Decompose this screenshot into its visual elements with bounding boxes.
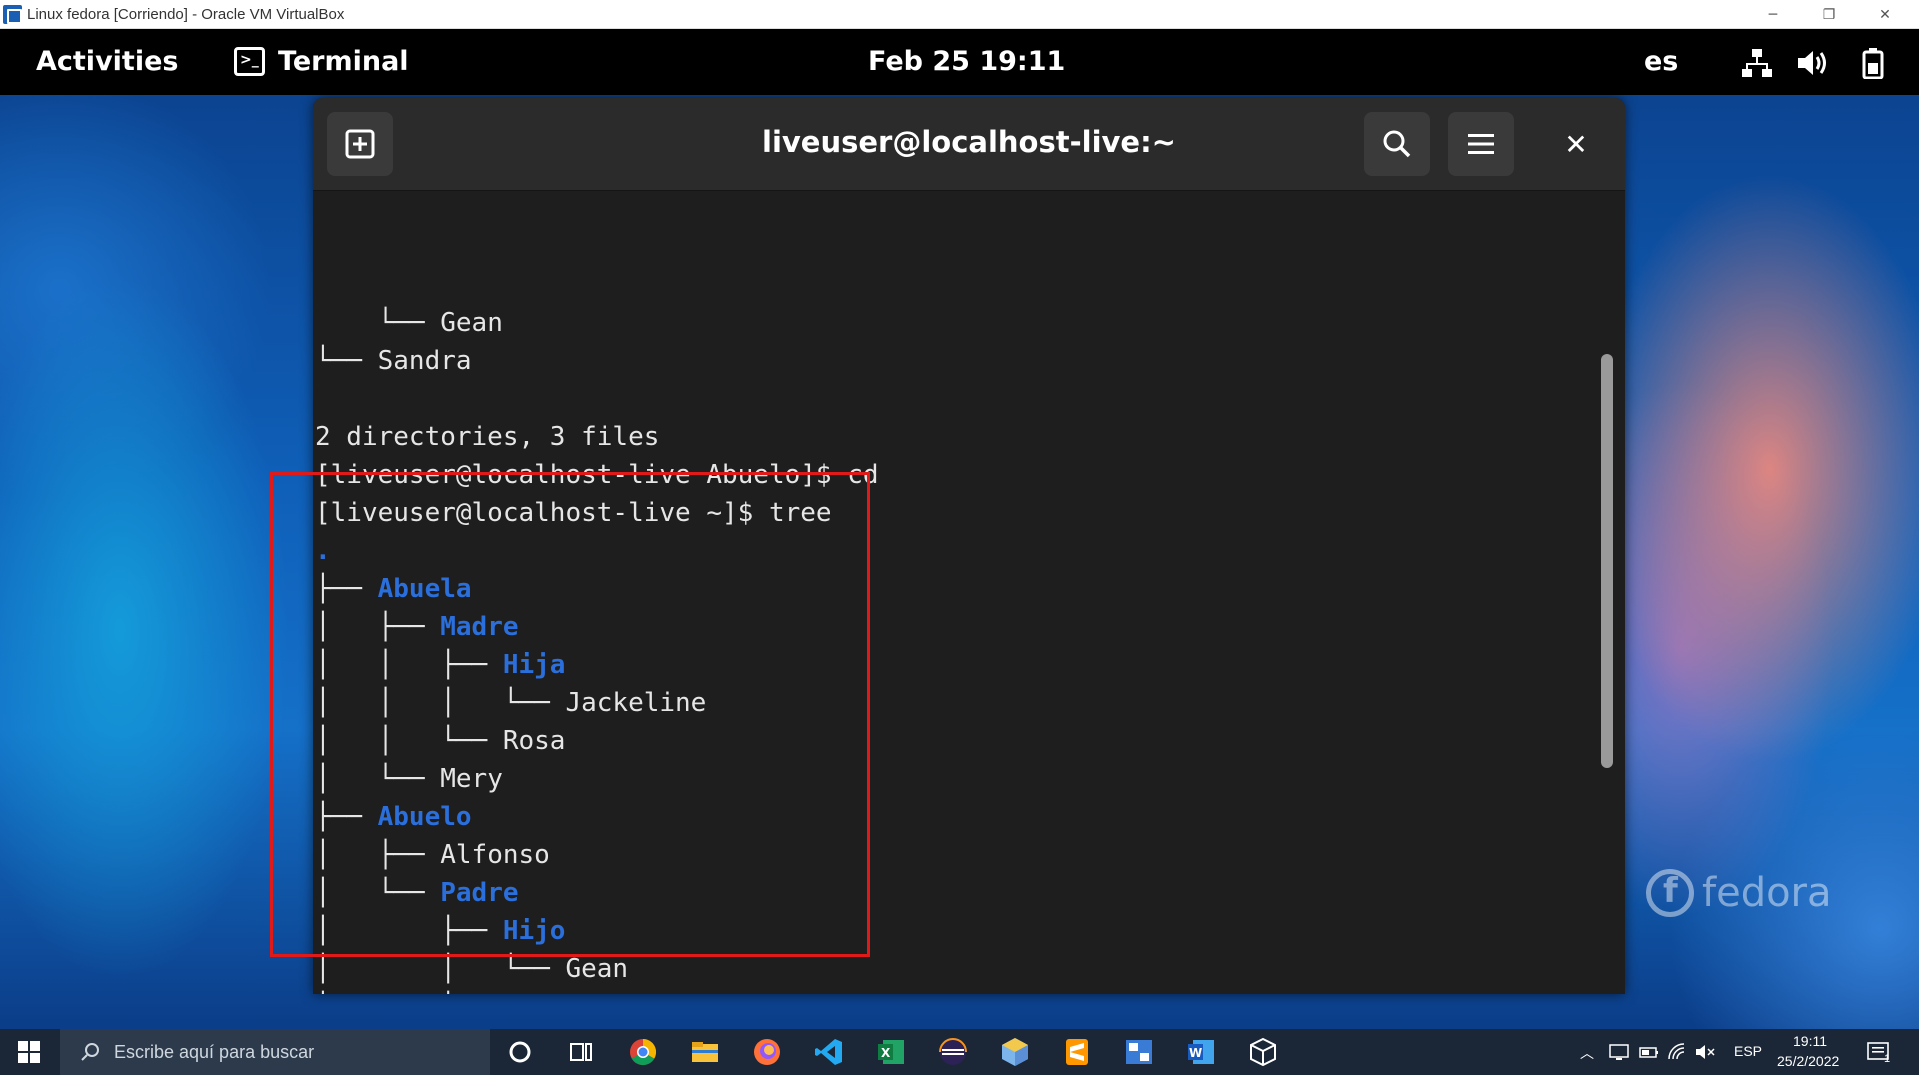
line-text: 2 directories, 3 files [315,422,660,452]
tray-wifi-icon[interactable] [1666,1041,1688,1063]
scrollbar-thumb[interactable] [1601,354,1613,768]
tray-date[interactable]: 25/2/2022 [1777,1053,1839,1069]
minimize-button[interactable]: ─ [1745,0,1801,29]
network-icon[interactable] [1740,47,1774,79]
terminal-line: 2 directories, 3 files [315,418,879,456]
vscode-icon[interactable] [813,1036,845,1068]
app-menu-button[interactable]: Terminal [278,46,409,77]
menu-button[interactable] [1448,112,1514,176]
vm-screen: Activities Terminal Feb 25 19:11 es fedo… [0,29,1919,1029]
eclipse-icon[interactable] [937,1036,969,1068]
search-icon [1383,130,1411,158]
tree-connector: └── [315,346,378,376]
line-text: Sandra [503,992,597,994]
close-icon: ✕ [1564,127,1588,161]
chrome-icon[interactable] [627,1036,659,1068]
virtualbox-app-icon[interactable] [999,1036,1031,1068]
fedora-wordmark: fedora [1702,870,1832,916]
file-explorer-icon[interactable] [689,1036,721,1068]
virtualbox-icon [3,5,22,24]
vbox-titlebar: Linux fedora [Corriendo] - Oracle VM Vir… [0,0,1919,29]
vbox-window-title: Linux fedora [Corriendo] - Oracle VM Vir… [27,6,345,23]
terminal-headerbar: liveuser@localhost-live:~ ✕ [313,98,1625,191]
terminal-app-icon [234,47,265,76]
cortana-icon[interactable] [504,1036,536,1068]
tray-time[interactable]: 19:11 [1793,1033,1827,1049]
fedora-logo: fedora [1646,869,1832,917]
highlight-annotation [270,472,870,957]
close-window-button[interactable]: ✕ [1857,0,1913,29]
line-text: Gean [440,308,503,338]
terminal-line: │ └── Sandra [315,988,879,994]
svg-text:W: W [1189,1046,1202,1060]
windows-taskbar: Escribe aquí para buscar X W ︿ ESP 19:11… [0,1029,1919,1075]
volume-icon[interactable] [1796,47,1830,79]
line-text: Gean [565,954,629,984]
fedora-mark-icon [1646,869,1694,917]
tray-muted-speaker-icon[interactable] [1694,1041,1716,1063]
start-button[interactable] [0,1029,58,1075]
keyboard-language[interactable]: es [1644,46,1678,77]
task-view-icon[interactable] [565,1036,597,1068]
restore-button[interactable]: ❐ [1801,0,1857,29]
search-icon [81,1043,99,1061]
line-text: Sandra [377,346,472,376]
notification-count: 1 [1884,1053,1891,1065]
clock[interactable]: Feb 25 19:11 [868,46,1065,77]
gnome-top-bar: Activities Terminal Feb 25 19:11 es [0,29,1919,95]
tray-language[interactable]: ESP [1734,1043,1762,1059]
terminal-line: └── Gean [315,304,879,342]
battery-icon[interactable] [1856,47,1890,79]
tree-connector: │ │ └── [315,954,566,984]
sublime-icon[interactable] [1061,1036,1093,1068]
tree-connector: │ └── [315,992,503,994]
taskbar-search[interactable]: Escribe aquí para buscar [60,1029,490,1075]
vm-box-icon[interactable] [1247,1036,1279,1068]
excel-icon[interactable]: X [875,1036,907,1068]
firefox-icon[interactable] [751,1036,783,1068]
tray-display-icon[interactable] [1608,1041,1630,1063]
tray-chevron-icon[interactable]: ︿ [1580,1043,1594,1063]
terminal-line: └── Sandra [315,342,879,380]
hamburger-menu-icon [1468,134,1494,154]
svg-text:X: X [881,1046,891,1060]
close-terminal-button[interactable]: ✕ [1551,121,1601,167]
tray-battery-icon[interactable] [1638,1041,1660,1063]
word-icon[interactable]: W [1185,1036,1217,1068]
search-button[interactable] [1364,112,1430,176]
network-app-icon[interactable] [1123,1036,1155,1068]
tree-connector: └── [315,308,441,338]
activities-button[interactable]: Activities [36,46,178,77]
windows-logo-icon [18,1041,40,1063]
search-placeholder: Escribe aquí para buscar [114,1041,315,1062]
